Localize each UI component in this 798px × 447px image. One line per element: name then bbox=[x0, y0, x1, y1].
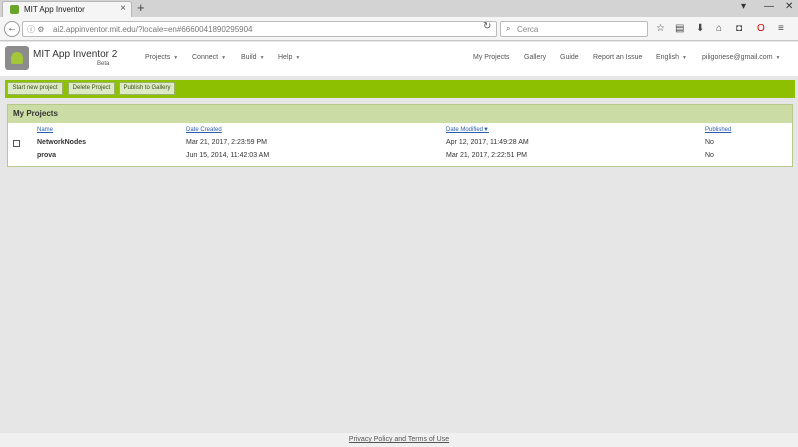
app-inventor-favicon-icon bbox=[10, 5, 19, 14]
page-footer: Privacy Policy and Terms of Use bbox=[0, 433, 798, 447]
address-bar[interactable]: ⓘ ⚙ ai2.appinventor.mit.edu/?locale=en#6… bbox=[22, 21, 497, 37]
site-info-icon[interactable]: ⓘ ⚙ bbox=[27, 24, 44, 35]
app-name: MIT App Inventor 2 bbox=[33, 49, 118, 60]
home-icon[interactable]: ⌂ bbox=[716, 23, 722, 35]
search-placeholder: Cerca bbox=[517, 25, 539, 34]
menu-connect[interactable]: Connect ▼ bbox=[192, 54, 226, 61]
reload-icon[interactable]: ↻ bbox=[483, 21, 491, 32]
new-tab-icon[interactable]: + bbox=[137, 0, 145, 16]
nav-report-issue[interactable]: Report an Issue bbox=[593, 54, 642, 61]
column-header-name[interactable]: Name bbox=[37, 127, 53, 133]
menu-build[interactable]: Build ▼ bbox=[241, 54, 265, 61]
project-name[interactable]: prova bbox=[37, 152, 56, 159]
reading-list-icon[interactable]: ▤ bbox=[675, 23, 684, 35]
menu-icon[interactable]: ≡ bbox=[778, 23, 784, 35]
chevron-down-icon: ▼ bbox=[775, 55, 781, 61]
tab-title: MIT App Inventor bbox=[24, 5, 85, 14]
menu-help[interactable]: Help ▼ bbox=[278, 54, 300, 61]
download-icon[interactable]: ⬇ bbox=[696, 23, 704, 35]
user-account-menu[interactable]: piligonese@gmail.com ▼ bbox=[702, 54, 780, 61]
restore-window-icon[interactable]: — bbox=[764, 1, 774, 12]
row-checkbox[interactable] bbox=[13, 140, 20, 147]
back-arrow-icon[interactable]: ← bbox=[4, 21, 20, 37]
nav-my-projects[interactable]: My Projects bbox=[473, 54, 510, 61]
start-new-project-button[interactable]: Start new project bbox=[7, 82, 63, 95]
chevron-down-icon: ▼ bbox=[295, 55, 301, 61]
browser-navbar: ← ⓘ ⚙ ai2.appinventor.mit.edu/?locale=en… bbox=[0, 17, 798, 41]
menu-projects[interactable]: Projects ▼ bbox=[145, 54, 178, 61]
column-header-date-modified[interactable]: Date Modified▼ bbox=[446, 127, 489, 133]
app-header: MIT App Inventor 2 Beta Projects ▼ Connec… bbox=[0, 42, 798, 76]
chevron-down-icon: ▼ bbox=[221, 55, 227, 61]
table-row[interactable]: prova Jun 15, 2014, 11:42:03 AM Mar 21, … bbox=[8, 151, 792, 163]
app-beta-label: Beta bbox=[97, 61, 110, 67]
project-date-created: Mar 21, 2017, 2:23:59 PM bbox=[186, 139, 267, 146]
app-inventor-logo-icon[interactable] bbox=[5, 46, 29, 70]
search-icon: ⌕ bbox=[506, 24, 511, 33]
privacy-policy-link[interactable]: Privacy Policy and Terms of Use bbox=[349, 436, 449, 443]
column-header-published[interactable]: Published bbox=[705, 127, 731, 133]
project-published: No bbox=[705, 139, 714, 146]
projects-panel: My Projects Name Date Created Date Modif… bbox=[7, 104, 793, 167]
close-tab-icon[interactable]: × bbox=[120, 3, 126, 14]
publish-to-gallery-button[interactable]: Publish to Gallery bbox=[119, 82, 175, 95]
search-bar[interactable]: ⌕ Cerca bbox=[500, 21, 648, 37]
language-selector[interactable]: English ▼ bbox=[656, 54, 687, 61]
delete-project-button[interactable]: Delete Project bbox=[68, 82, 115, 95]
project-date-created: Jun 15, 2014, 11:42:03 AM bbox=[186, 152, 270, 159]
pocket-icon[interactable]: ◘ bbox=[736, 23, 742, 35]
nav-guide[interactable]: Guide bbox=[560, 54, 579, 61]
minimize-window-icon[interactable]: ▾ bbox=[741, 1, 746, 12]
chevron-down-icon: ▼ bbox=[259, 55, 265, 61]
project-date-modified: Apr 12, 2017, 11:49:28 AM bbox=[446, 139, 529, 146]
browser-tab-strip: MIT App Inventor × + ▾ — ✕ bbox=[0, 0, 798, 17]
nav-gallery[interactable]: Gallery bbox=[524, 54, 546, 61]
close-window-icon[interactable]: ✕ bbox=[785, 1, 793, 12]
project-published: No bbox=[705, 152, 714, 159]
projects-panel-header: My Projects bbox=[8, 105, 792, 123]
projects-title: My Projects bbox=[13, 109, 58, 118]
url-text: ai2.appinventor.mit.edu/?locale=en#66600… bbox=[53, 25, 253, 34]
project-date-modified: Mar 21, 2017, 2:22:51 PM bbox=[446, 152, 527, 159]
column-header-date-created[interactable]: Date Created bbox=[186, 127, 222, 133]
opera-icon[interactable]: O bbox=[757, 23, 765, 35]
project-name[interactable]: NetworkNodes bbox=[37, 139, 86, 146]
table-row[interactable]: NetworkNodes Mar 21, 2017, 2:23:59 PM Ap… bbox=[8, 138, 792, 150]
chevron-down-icon: ▼ bbox=[173, 55, 179, 61]
bookmark-star-icon[interactable]: ☆ bbox=[656, 23, 665, 35]
chevron-down-icon: ▼ bbox=[681, 55, 687, 61]
project-toolbar: Start new project Delete Project Publish… bbox=[5, 80, 795, 98]
browser-tab[interactable]: MIT App Inventor × bbox=[2, 1, 132, 17]
